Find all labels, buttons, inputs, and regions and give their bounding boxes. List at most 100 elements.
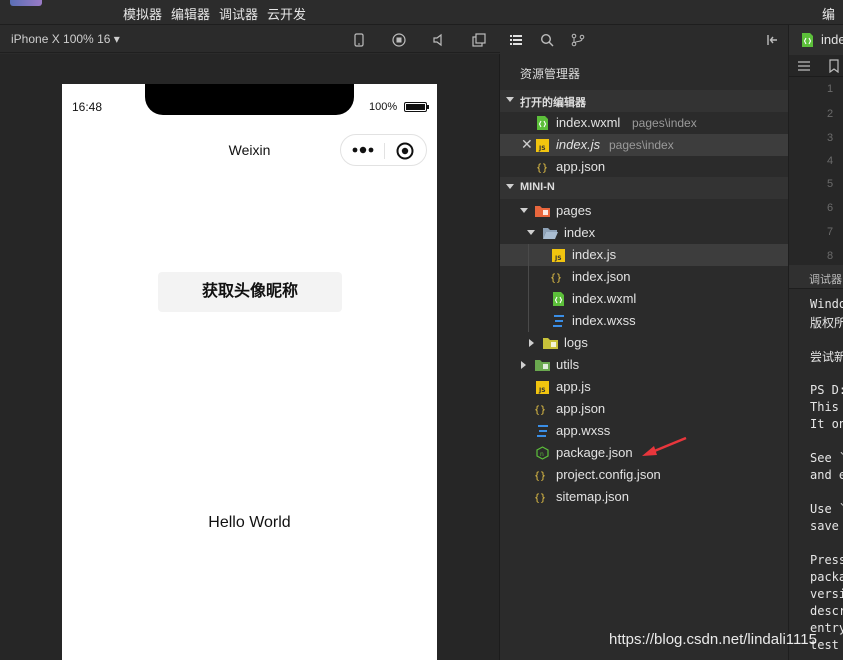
get-avatar-nickname-button[interactable]: 获取头像昵称: [158, 272, 342, 312]
file-name: app.json: [556, 159, 606, 174]
tree-label: index: [564, 225, 596, 240]
phone-icon[interactable]: [352, 33, 366, 47]
console-line: 版权所: [810, 316, 843, 330]
close-miniprogram-icon[interactable]: [395, 141, 415, 161]
tree-file-project-config[interactable]: {} project.config.json: [500, 464, 788, 486]
console-line: PS D:: [810, 383, 843, 397]
console-line: Windo: [810, 297, 843, 311]
bookmark-icon[interactable]: [829, 59, 839, 73]
ide-window: 模拟器 编辑器 调试器 云开发 编译 iPhone X 100% 16 ▾ 16…: [0, 0, 843, 660]
explorer-toolbar: [500, 25, 788, 55]
device-select[interactable]: iPhone X 100% 16 ▾: [11, 32, 120, 46]
tree-label: index.wxml: [572, 291, 637, 306]
status-battery-percent: 100%: [369, 101, 398, 113]
section-label: 打开的编辑器: [520, 97, 586, 109]
line-number: 4: [827, 155, 834, 167]
menu-simulator[interactable]: 模拟器: [123, 4, 162, 23]
menu-bar: 模拟器 编辑器 调试器 云开发 编译: [0, 0, 843, 41]
line-number: 2: [827, 108, 834, 120]
project-section[interactable]: MINI-N: [500, 177, 788, 199]
nodejs-file-icon: n: [536, 446, 549, 460]
tree-file-app-json[interactable]: {} app.json: [500, 398, 788, 420]
json-file-icon: {}: [550, 273, 562, 284]
search-icon[interactable]: [540, 33, 554, 47]
debugger-tab[interactable]: 调试器: [789, 265, 843, 289]
editor-tab[interactable]: inde: [789, 25, 843, 55]
tree-folder-index[interactable]: index: [500, 222, 788, 244]
battery-icon: [404, 102, 429, 112]
file-path: pages\index: [609, 138, 674, 152]
file-name: index.wxml: [556, 115, 621, 130]
menu-debugger[interactable]: 调试器: [219, 4, 258, 23]
tree-folder-utils[interactable]: utils: [500, 354, 788, 376]
editor-subbar: [789, 55, 843, 77]
capsule-divider: [384, 143, 385, 159]
hello-text: Hello World: [208, 514, 291, 531]
tree-label: sitemap.json: [556, 489, 629, 504]
svg-text:{}: {}: [534, 493, 546, 504]
json-file-icon: {}: [534, 405, 546, 416]
wxss-file-icon: [537, 425, 548, 437]
more-icon[interactable]: [351, 144, 375, 156]
tree-label: pages: [556, 203, 592, 218]
explorer-title: 资源管理器: [520, 67, 581, 81]
list-icon[interactable]: [509, 33, 523, 47]
file-path: pages\index: [632, 116, 697, 130]
open-editor-item[interactable]: index.wxml pages\index: [500, 112, 788, 134]
collapse-panel-icon[interactable]: [765, 33, 779, 47]
file-name: index.js: [556, 137, 601, 152]
phone-notch: [145, 84, 354, 115]
line-number: 1: [827, 83, 834, 95]
console-line: packa: [810, 570, 843, 584]
tree-file-index-wxml[interactable]: index.wxml: [500, 288, 788, 310]
capsule-menu: [340, 134, 427, 166]
tree-file-index-wxss[interactable]: index.wxss: [500, 310, 788, 332]
detach-window-icon[interactable]: [472, 33, 486, 47]
tree-file-index-json[interactable]: {} index.json: [500, 266, 788, 288]
tree-file-sitemap-json[interactable]: {} sitemap.json: [500, 486, 788, 508]
svg-text:n: n: [540, 451, 544, 458]
wxss-file-icon: [553, 315, 564, 327]
tree-folder-pages[interactable]: pages: [500, 200, 788, 222]
status-time: 16:48: [72, 100, 103, 114]
js-file-icon: JS: [552, 249, 565, 262]
app-logo: [10, 0, 42, 6]
tree-file-index-js[interactable]: JS index.js: [500, 244, 788, 266]
folder-open-icon: [543, 228, 558, 239]
section-label: MINI-N: [520, 181, 555, 193]
menu-editor[interactable]: 编辑器: [171, 4, 210, 23]
open-editors-section[interactable]: 打开的编辑器: [500, 90, 788, 112]
tree-label: app.js: [556, 379, 591, 394]
svg-text:JS: JS: [538, 145, 546, 152]
stop-icon[interactable]: [392, 33, 406, 47]
tree-label: app.json: [556, 401, 606, 416]
menu-cloud[interactable]: 云开发: [267, 4, 306, 23]
folder-logs-icon: [543, 338, 558, 349]
tree-label: logs: [564, 335, 588, 350]
simulator-toolbar: iPhone X 100% 16 ▾: [0, 25, 500, 53]
open-editor-item-active[interactable]: ✕ JS index.js pages\index: [500, 134, 788, 156]
open-editor-item[interactable]: {} app.json: [500, 156, 788, 178]
chevron-right-icon: [529, 339, 534, 347]
chevron-down-icon: [520, 208, 528, 213]
line-number: 8: [827, 250, 834, 262]
editor-panel: inde 1 2 3 4 5 6 7 8: [788, 25, 843, 265]
line-number: 6: [827, 202, 834, 214]
console-line: versi: [810, 587, 843, 601]
svg-text:{}: {}: [550, 273, 562, 284]
tree-file-app-js[interactable]: JS app.js: [500, 376, 788, 398]
chevron-down-icon: [527, 230, 535, 235]
simulator-area: 16:48 100% Weixin 获取头像昵称 Hello World: [0, 54, 500, 660]
console-line: Press: [810, 553, 843, 567]
console-line: This: [810, 400, 839, 414]
volume-icon[interactable]: [432, 33, 446, 47]
folder-pages-icon: [535, 206, 550, 217]
source-control-icon[interactable]: [571, 33, 585, 47]
tree-folder-logs[interactable]: logs: [500, 332, 788, 354]
tree-label: package.json: [556, 445, 633, 460]
close-editor-icon[interactable]: ✕: [521, 136, 533, 153]
tree-label: index.js: [572, 247, 617, 262]
folder-utils-icon: [535, 360, 550, 371]
outline-icon[interactable]: [797, 60, 811, 72]
wxml-file-icon: [553, 292, 564, 306]
